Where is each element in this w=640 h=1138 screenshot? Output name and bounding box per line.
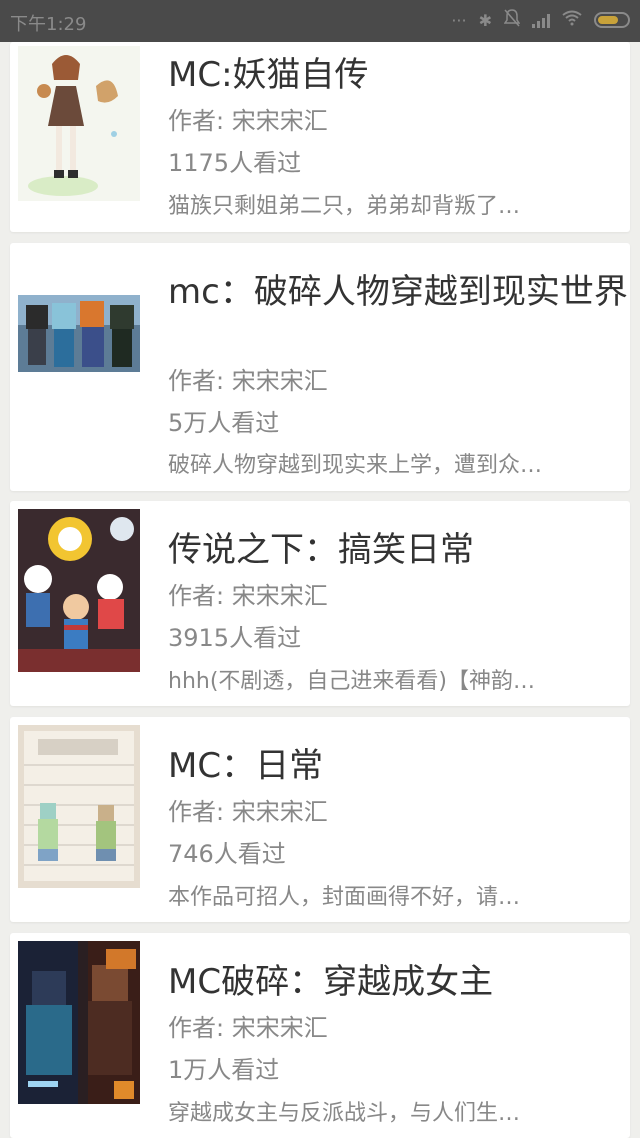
mute-bell-icon [503,9,521,31]
book-cover [18,46,140,201]
book-title[interactable]: 传说之下：搞笑日常 [168,529,630,571]
book-description: 猫族只剩姐弟二只，弟弟却背叛了… [168,194,521,219]
book-title[interactable]: MC:妖猫自传 [168,54,630,96]
bluetooth-icon: ✱ [478,10,492,30]
book-title[interactable]: MC破碎：穿越成女主 [168,961,630,1003]
book-views: 1万人看过 [168,1056,280,1084]
wifi-icon [562,10,582,30]
book-card[interactable]: mc：破碎人物穿越到现实世界 作者: 宋宋宋汇 5万人看过 破碎人物穿越到现实来… [10,243,630,491]
book-title[interactable]: MC：日常 [168,745,630,787]
more-dots-icon: ··· [451,10,467,30]
battery-icon [594,12,630,28]
status-time: 下午1:29 [10,14,87,35]
book-cover [18,941,140,1104]
book-card[interactable]: 传说之下：搞笑日常 作者: 宋宋宋汇 3915人看过 hhh(不剧透，自己进来看… [10,501,630,706]
book-card[interactable]: MC破碎：穿越成女主 作者: 宋宋宋汇 1万人看过 穿越成女主与反派战斗，与人们… [10,933,630,1138]
book-author: 作者: 宋宋宋汇 [168,367,328,395]
book-cover [18,725,140,888]
book-author: 作者: 宋宋宋汇 [168,798,328,826]
status-icons: ··· ✱ [451,9,630,31]
book-views: 746人看过 [168,840,286,868]
book-author: 作者: 宋宋宋汇 [168,107,328,135]
book-description: hhh(不剧透，自己进来看看)【神韵… [168,669,535,694]
book-card[interactable]: MC：日常 作者: 宋宋宋汇 746人看过 本作品可招人，封面画得不好，请… [10,717,630,922]
book-views: 3915人看过 [168,624,302,652]
book-author: 作者: 宋宋宋汇 [168,582,328,610]
book-author: 作者: 宋宋宋汇 [168,1014,328,1042]
book-description: 本作品可招人，封面画得不好，请… [168,885,521,910]
book-description: 穿越成女主与反派战斗，与人们生… [168,1101,521,1126]
book-title[interactable]: mc：破碎人物穿越到现实世界 [168,271,630,313]
book-description: 破碎人物穿越到现实来上学，遭到众… [168,453,543,478]
signal-icon [532,12,550,28]
book-cover [18,509,140,672]
book-views: 5万人看过 [168,409,280,437]
book-cover [18,295,140,372]
book-views: 1175人看过 [168,149,302,177]
book-card[interactable]: MC:妖猫自传 作者: 宋宋宋汇 1175人看过 猫族只剩姐弟二只，弟弟却背叛了… [10,42,630,232]
status-bar: 下午1:29 ··· ✱ [0,0,640,42]
